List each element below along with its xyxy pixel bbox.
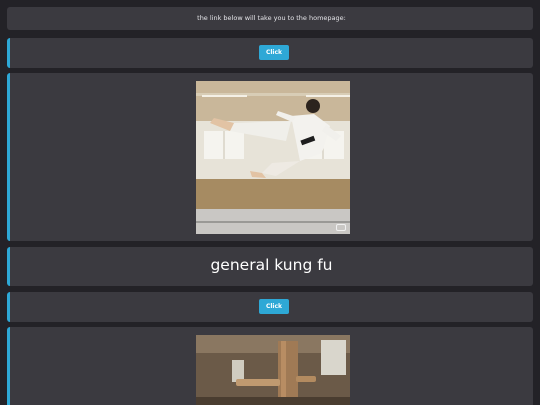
intro-text: the link below will take you to the home… — [197, 14, 346, 22]
link-card: Click — [7, 38, 533, 68]
image-card-2 — [7, 327, 533, 405]
link-card-2: Click — [7, 292, 533, 322]
click-button[interactable]: Click — [259, 45, 289, 60]
heading-card: general kung fu — [7, 247, 533, 286]
image-badge-icon — [336, 224, 346, 231]
page: the link below will take you to the home… — [0, 0, 540, 405]
kick-photo — [196, 81, 350, 234]
image-card — [7, 73, 533, 241]
wooden-dummy-photo — [196, 335, 350, 405]
intro-card: the link below will take you to the home… — [7, 7, 533, 30]
page-heading: general kung fu — [210, 256, 333, 274]
click-button-2[interactable]: Click — [259, 299, 289, 314]
